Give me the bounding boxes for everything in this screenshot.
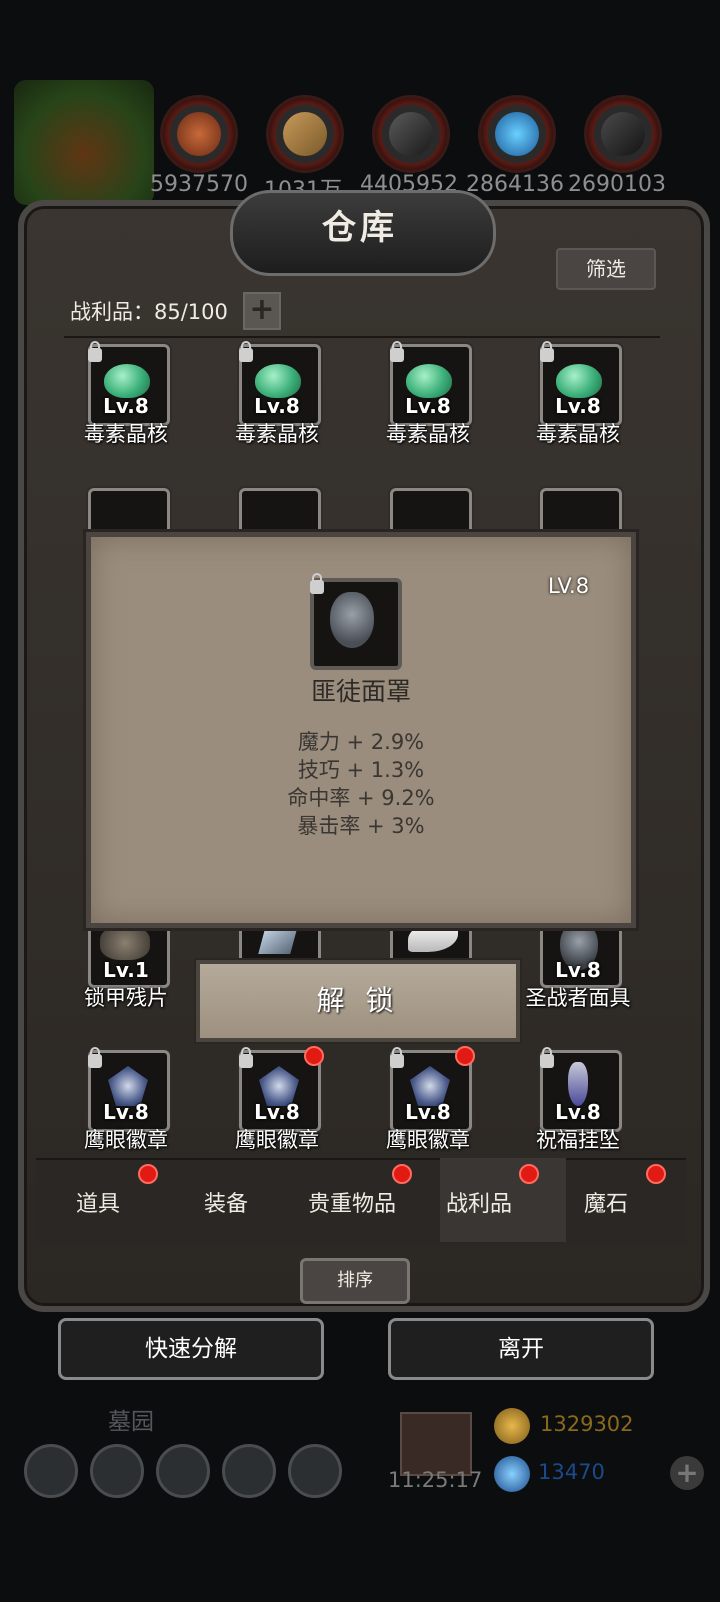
- gold-icon: [494, 1408, 530, 1444]
- map-icon[interactable]: [156, 1444, 210, 1498]
- filter-button[interactable]: 筛选: [556, 248, 656, 290]
- item-name: 锁甲残片: [84, 986, 168, 1010]
- expand-capacity-button[interactable]: +: [243, 292, 281, 330]
- item-level: Lv.8: [555, 1100, 601, 1124]
- tab-equipment[interactable]: 装备: [204, 1186, 248, 1218]
- item-name: 圣战者面具: [525, 986, 631, 1010]
- quick-decompose-button[interactable]: 快速分解: [58, 1318, 324, 1380]
- tooltip-item-name: 匪徒面罩: [310, 677, 411, 706]
- item-level: Lv.8: [405, 1100, 451, 1124]
- lock-icon: [540, 1047, 554, 1068]
- alert-dot: [304, 1046, 324, 1066]
- green-gem-icon: [556, 364, 602, 398]
- game-clock: 11:25:17: [388, 1468, 483, 1492]
- item-name: 鹰眼徽章: [84, 1128, 168, 1152]
- stat-line: 暴击率 + 3%: [297, 814, 425, 838]
- item-name: 毒素晶核: [84, 422, 168, 446]
- item-level: Lv.8: [103, 1100, 149, 1124]
- item-name: 毒素晶核: [235, 422, 319, 446]
- green-gem-icon: [255, 364, 301, 398]
- leave-button[interactable]: 离开: [388, 1318, 654, 1380]
- alert-dot: [138, 1164, 158, 1184]
- item-level: Lv.8: [555, 394, 601, 418]
- chain-armor-icon: [100, 926, 150, 960]
- wood-icon: [266, 95, 344, 173]
- iron-icon: [372, 95, 450, 173]
- stat-line: 命中率 + 9.2%: [287, 786, 435, 810]
- tab-magic-stone[interactable]: 魔石: [584, 1186, 628, 1218]
- mail-icon[interactable]: [222, 1444, 276, 1498]
- stat-line: 技巧 + 1.3%: [297, 758, 425, 782]
- alert-dot: [646, 1164, 666, 1184]
- lock-icon: [239, 1047, 253, 1068]
- guild-icon[interactable]: [288, 1444, 342, 1498]
- lock-icon: [310, 573, 324, 594]
- lock-icon: [239, 341, 253, 362]
- crystal-icon: [478, 95, 556, 173]
- zone-name: 墓园: [108, 1409, 154, 1435]
- settings-icon[interactable]: [24, 1444, 78, 1498]
- item-level: Lv.8: [254, 394, 300, 418]
- inventory-counter: 战利品：85/100: [70, 300, 228, 324]
- item-level: Lv.8: [254, 1100, 300, 1124]
- lock-icon: [390, 1047, 404, 1068]
- gem-icon: [494, 1456, 530, 1492]
- alert-dot: [392, 1164, 412, 1184]
- lock-icon: [88, 1047, 102, 1068]
- add-gems-button[interactable]: +: [670, 1456, 704, 1490]
- tab-props[interactable]: 道具: [76, 1186, 120, 1218]
- lock-icon: [540, 341, 554, 362]
- green-gem-icon: [104, 364, 150, 398]
- hero-icon[interactable]: [90, 1444, 144, 1498]
- item-level: Lv.8: [555, 958, 601, 982]
- unlock-button[interactable]: 解 锁: [196, 960, 520, 1042]
- item-name: 鹰眼徽章: [235, 1128, 319, 1152]
- lock-icon: [390, 341, 404, 362]
- player-avatar[interactable]: [14, 80, 154, 205]
- item-name: 祝福挂坠: [536, 1128, 620, 1152]
- gift-icon[interactable]: [400, 1412, 472, 1476]
- gem-amount: 13470: [538, 1460, 605, 1484]
- stone-amount: 2690103: [568, 172, 666, 197]
- crystal-amount: 2864136: [466, 172, 564, 197]
- meat-amount: 5937570: [150, 172, 248, 197]
- sort-button[interactable]: 排序: [300, 1258, 410, 1304]
- alert-dot: [519, 1164, 539, 1184]
- tab-valuables[interactable]: 贵重物品: [308, 1186, 396, 1218]
- meat-icon: [160, 95, 238, 173]
- item-name: 毒素晶核: [536, 422, 620, 446]
- stat-line: 魔力 + 2.9%: [297, 730, 425, 754]
- alert-dot: [455, 1046, 475, 1066]
- item-name: 鹰眼徽章: [386, 1128, 470, 1152]
- stone-icon: [584, 95, 662, 173]
- item-level: Lv.8: [103, 394, 149, 418]
- item-name: 毒素晶核: [386, 422, 470, 446]
- page-title: 仓库: [322, 208, 398, 248]
- tooltip-level: LV.8: [548, 574, 590, 598]
- divider: [64, 336, 660, 338]
- green-gem-icon: [406, 364, 452, 398]
- tab-loot[interactable]: 战利品: [446, 1186, 512, 1218]
- item-level: Lv.8: [405, 394, 451, 418]
- gold-amount: 1329302: [540, 1412, 634, 1436]
- item-level: Lv.1: [103, 958, 149, 982]
- mask-icon: [330, 592, 374, 648]
- lock-icon: [88, 341, 102, 362]
